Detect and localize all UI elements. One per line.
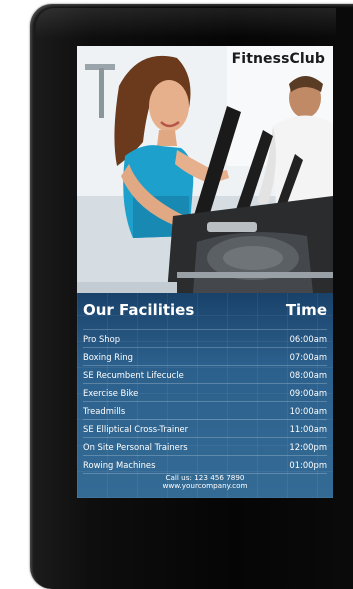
facility-time: 11:00am (289, 423, 327, 434)
time-heading: Time (285, 301, 327, 319)
facilities-heading: Our Facilities (83, 301, 195, 319)
bezel-highlight (36, 8, 336, 38)
facilities-panel: Our Facilities Time Pro Shop 06:00am Box… (77, 293, 333, 498)
facility-name: Rowing Machines (83, 459, 156, 470)
list-item: SE Recumbent Lifecucle 08:00am (83, 365, 327, 383)
list-item: SE Elliptical Cross-Trainer 11:00am (83, 419, 327, 437)
facility-name: Exercise Bike (83, 387, 139, 398)
list-item: Exercise Bike 09:00am (83, 383, 327, 401)
gym-scene-illustration (77, 46, 333, 293)
facility-time: 09:00am (289, 387, 327, 398)
facility-name: Treadmills (83, 405, 126, 416)
signage-screen: FitnessClub Our Facilities Time Pro Shop… (77, 46, 333, 498)
brand-title: FitnessClub (231, 51, 325, 67)
facility-name: On Site Personal Trainers (83, 441, 188, 452)
facility-time: 07:00am (289, 351, 327, 362)
contact-footer: Call us: 123 456 7890 www.yourcompany.co… (77, 474, 333, 490)
list-item: Boxing Ring 07:00am (83, 347, 327, 365)
list-item: Pro Shop 06:00am (83, 329, 327, 347)
list-item: Treadmills 10:00am (83, 401, 327, 419)
facility-time: 01:00pm (289, 459, 327, 470)
facility-name: SE Elliptical Cross-Trainer (83, 423, 189, 434)
facility-time: 08:00am (289, 369, 327, 380)
list-item: Rowing Machines 01:00pm (83, 455, 327, 474)
facilities-header: Our Facilities Time (83, 301, 327, 319)
facility-time: 06:00am (289, 333, 327, 344)
list-item: On Site Personal Trainers 12:00pm (83, 437, 327, 455)
facility-name: Boxing Ring (83, 351, 133, 362)
facility-name: Pro Shop (83, 333, 121, 344)
facility-time: 12:00pm (289, 441, 327, 452)
facilities-schedule-list: Pro Shop 06:00am Boxing Ring 07:00am SE … (83, 329, 327, 474)
website-line: www.yourcompany.com (162, 481, 248, 490)
facility-time: 10:00am (289, 405, 327, 416)
gym-hero-photo: FitnessClub (77, 46, 333, 293)
facility-name: SE Recumbent Lifecucle (83, 369, 184, 380)
